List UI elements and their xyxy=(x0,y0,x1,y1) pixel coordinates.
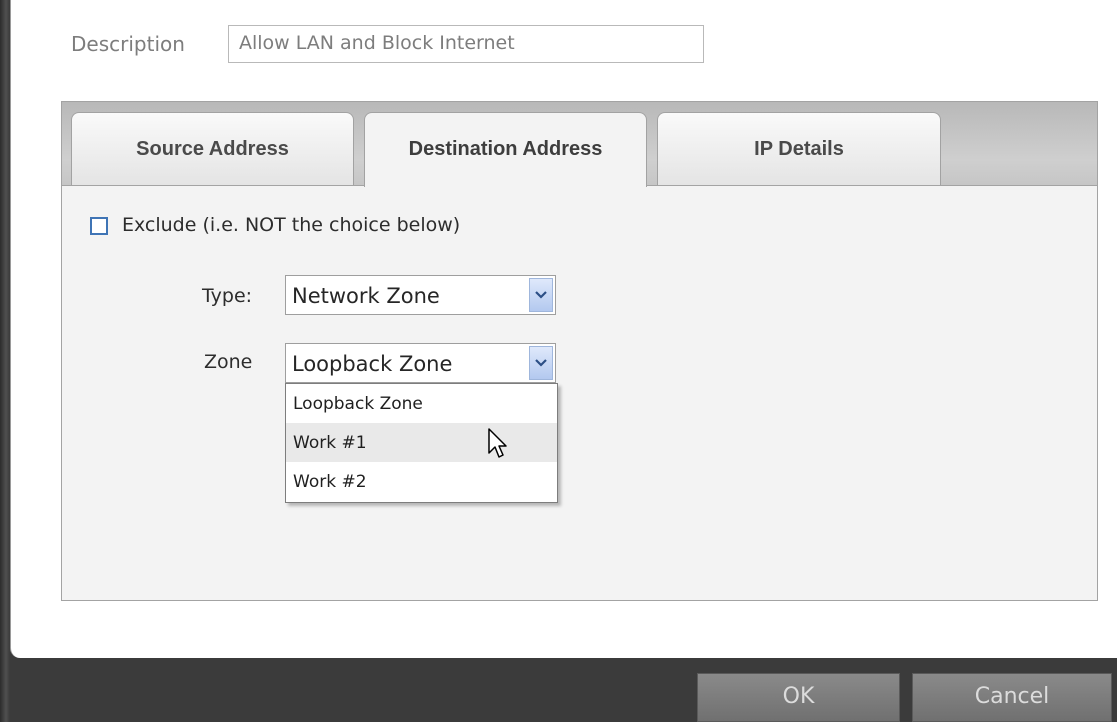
zone-option-work-2[interactable]: Work #2 xyxy=(286,462,557,501)
type-select[interactable]: Network Zone xyxy=(285,275,556,315)
zone-option-loopback[interactable]: Loopback Zone xyxy=(286,384,557,423)
description-field[interactable]: Allow LAN and Block Internet xyxy=(228,25,704,63)
window-left-edge xyxy=(0,0,10,722)
chevron-down-icon[interactable] xyxy=(529,278,553,312)
tab-source-address[interactable]: Source Address xyxy=(71,112,354,185)
tab-ip-details[interactable]: IP Details xyxy=(657,112,941,185)
zone-select-value: Loopback Zone xyxy=(292,352,453,376)
mouse-pointer-icon xyxy=(487,428,507,464)
zone-option-work-1[interactable]: Work #1 xyxy=(286,423,557,462)
cancel-button[interactable]: Cancel xyxy=(912,673,1112,722)
tab-destination-address[interactable]: Destination Address xyxy=(364,112,647,187)
ok-button[interactable]: OK xyxy=(697,673,900,722)
rule-dialog-panel: Description Allow LAN and Block Internet… xyxy=(10,0,1117,658)
type-select-value: Network Zone xyxy=(292,284,440,308)
type-label: Type: xyxy=(202,285,253,307)
chevron-down-icon[interactable] xyxy=(529,346,553,380)
zone-label: Zone xyxy=(204,351,253,373)
zone-dropdown-list: Loopback Zone Work #1 Work #2 xyxy=(285,383,558,503)
description-label: Description xyxy=(71,32,185,56)
tab-strip: Source Address Destination Address IP De… xyxy=(62,102,1097,187)
exclude-label: Exclude (i.e. NOT the choice below) xyxy=(122,214,461,236)
exclude-checkbox[interactable] xyxy=(90,217,108,235)
zone-select[interactable]: Loopback Zone xyxy=(285,343,556,383)
